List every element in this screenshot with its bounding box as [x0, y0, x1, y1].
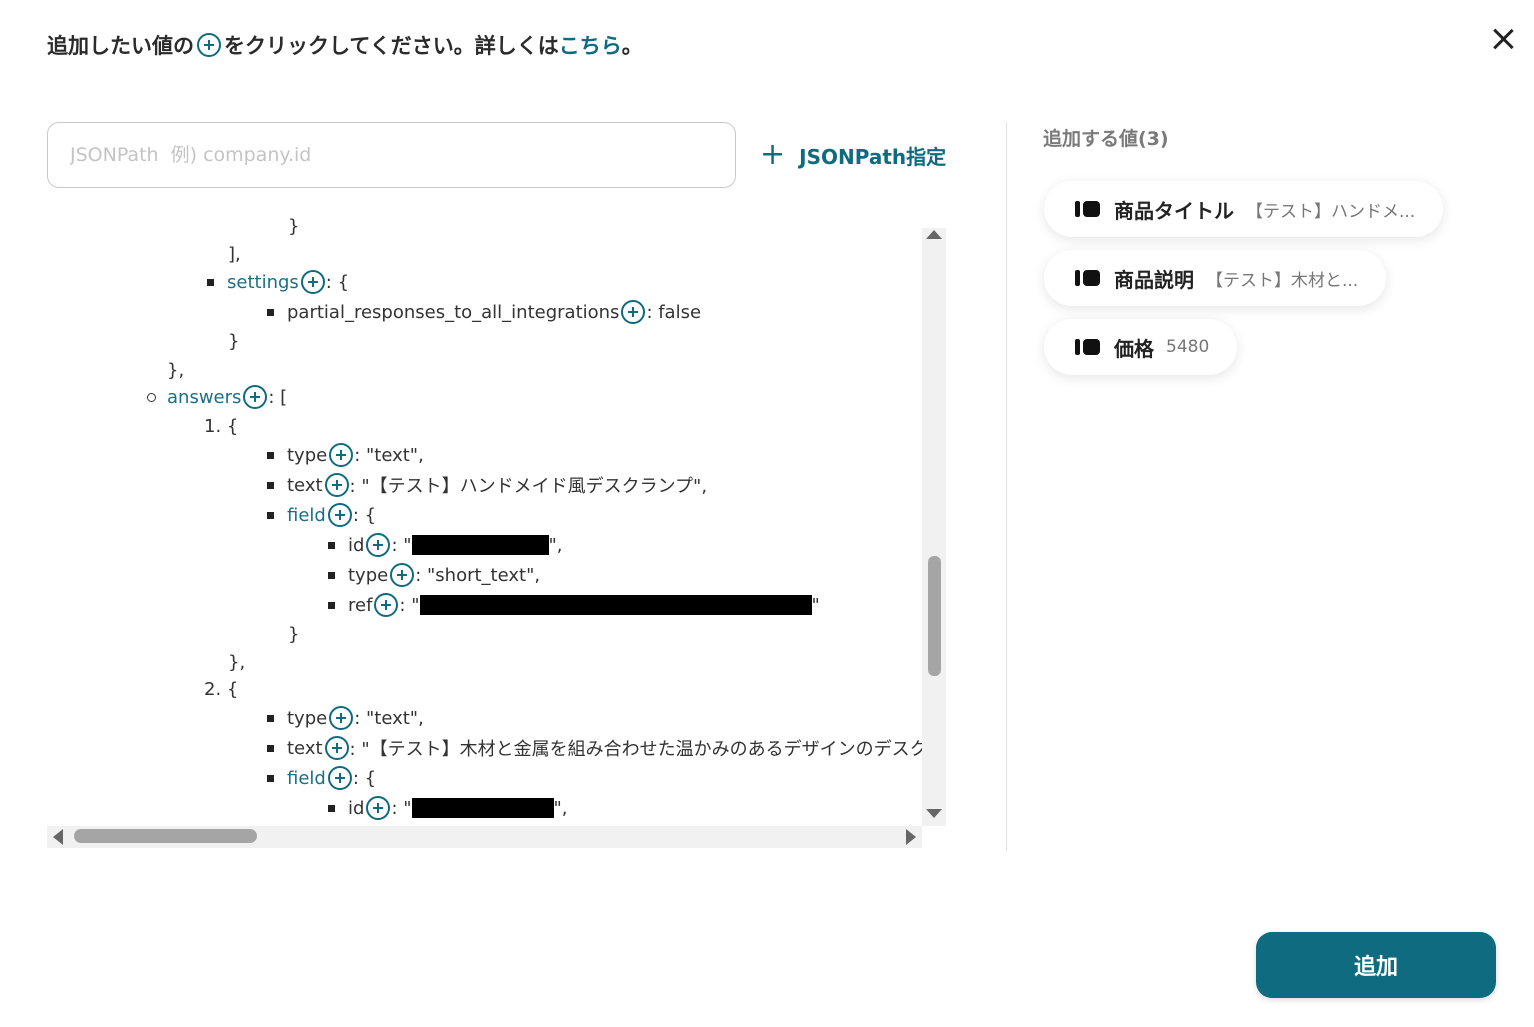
bullet-icon: [207, 278, 214, 286]
bullet-icon: [328, 601, 335, 609]
tree-line: }: [228, 330, 240, 352]
bullet-icon: [267, 714, 274, 722]
add-value-icon[interactable]: [324, 473, 349, 497]
redacted-block: [411, 535, 549, 555]
horizontal-scroll-thumb[interactable]: [74, 829, 257, 843]
tree-key: type: [287, 444, 328, 466]
scroll-right-arrow-icon[interactable]: [906, 829, 916, 845]
tree-line: partial_responses_to_all_integrations : …: [267, 298, 701, 326]
scroll-up-arrow-icon[interactable]: [926, 230, 942, 239]
add-value-icon[interactable]: [327, 503, 352, 527]
vertical-scrollbar[interactable]: [922, 228, 946, 826]
chip-name: 商品説明: [1114, 267, 1194, 292]
instruction-text-2: をクリックしてください。詳しくは: [224, 34, 559, 58]
tree-line: 1. {: [204, 415, 239, 437]
tree-key: id: [348, 797, 365, 819]
tree-line: type : "text",: [267, 704, 424, 732]
jsonpath-input[interactable]: [47, 122, 736, 188]
bullet-icon: [267, 744, 274, 752]
tree-key: field: [287, 767, 326, 789]
instruction-text: 追加したい値の: [47, 34, 194, 58]
bullet-icon: [328, 571, 335, 579]
vertical-scroll-thumb[interactable]: [928, 556, 941, 676]
add-value-icon[interactable]: [374, 593, 399, 617]
add-value-icon[interactable]: [327, 766, 352, 790]
selected-value-chip[interactable]: 商品タイトル 【テスト】ハンドメ...: [1044, 181, 1444, 237]
chip-value: 5480: [1166, 337, 1210, 357]
tree-line: answers : [: [147, 383, 287, 411]
tree-line: field : {: [267, 764, 376, 792]
tree-line: },: [167, 359, 185, 381]
panel-divider: [1006, 122, 1007, 851]
tree-key: text: [287, 737, 323, 759]
selected-values-title: 追加する値(3): [1043, 128, 1169, 150]
tree-key: type: [348, 564, 389, 586]
add-circle-icon: [197, 33, 221, 57]
tree-line: 2. {: [204, 678, 239, 700]
tree-line: id : " ",: [328, 531, 563, 559]
scroll-left-arrow-icon[interactable]: [53, 829, 63, 845]
redacted-block: [411, 798, 554, 818]
drag-handle-icon: [1075, 201, 1100, 217]
bullet-icon: [267, 308, 274, 316]
drag-handle-icon: [1075, 270, 1100, 286]
tree-key: type: [287, 707, 328, 729]
tree-line: text : "【テスト】ハンドメイド風デスクランプ",: [267, 471, 707, 499]
close-icon[interactable]: [1488, 24, 1518, 54]
tree-key: id: [348, 534, 365, 556]
json-tree-panel: } ], settings : { partial_responses_to_a…: [47, 212, 946, 848]
tree-line: ],: [228, 243, 241, 265]
tree-line: }: [288, 623, 300, 645]
tree-line: id : " ",: [328, 794, 568, 822]
plus-icon: +: [760, 137, 786, 172]
tree-line: type : "short_text",: [328, 561, 540, 589]
tree-line: settings : {: [207, 268, 349, 296]
chip-value: 【テスト】木材と...: [1206, 270, 1359, 291]
chip-name: 商品タイトル: [1114, 198, 1234, 223]
bullet-icon: [328, 804, 335, 812]
tree-line: ref : " ": [328, 591, 820, 619]
tree-key: field: [287, 504, 326, 526]
selected-value-chip[interactable]: 価格 5480: [1044, 319, 1238, 375]
selected-value-chip[interactable]: 商品説明 【テスト】木材と...: [1044, 250, 1387, 306]
bullet-icon: [267, 481, 274, 489]
add-value-icon[interactable]: [366, 533, 391, 557]
bullet-icon: [267, 451, 274, 459]
tree-key: text: [287, 474, 323, 496]
tree-line: type : "text",: [267, 441, 424, 469]
jsonpath-specify-button[interactable]: + JSONPath指定: [760, 140, 946, 170]
help-link[interactable]: こちら: [559, 30, 622, 60]
chip-name: 価格: [1114, 336, 1154, 361]
bullet-icon: [267, 511, 274, 519]
bullet-icon: [147, 392, 156, 402]
page-title: 追加したい値の をクリックしてください。詳しくは こちら 。: [47, 30, 643, 60]
jsonpath-specify-label: JSONPath指定: [799, 144, 947, 169]
add-value-icon[interactable]: [329, 443, 354, 467]
redacted-block: [419, 595, 812, 615]
scroll-down-arrow-icon[interactable]: [926, 809, 942, 818]
bullet-icon: [267, 774, 274, 782]
add-value-icon[interactable]: [243, 385, 268, 409]
drag-handle-icon: [1075, 339, 1100, 355]
tree-line: }: [288, 215, 300, 237]
add-value-icon[interactable]: [390, 563, 415, 587]
add-value-icon[interactable]: [300, 270, 325, 294]
chip-value: 【テスト】ハンドメ...: [1246, 201, 1416, 222]
tree-line: text : "【テスト】木材と金属を組み合わせた温かみのあるデザインのデスクラ…: [267, 734, 946, 762]
add-button[interactable]: 追加: [1256, 932, 1496, 998]
instruction-period: 。: [621, 34, 643, 58]
tree-key: settings: [227, 271, 299, 293]
add-value-icon[interactable]: [366, 796, 391, 820]
tree-line: field : {: [267, 501, 376, 529]
add-value-icon[interactable]: [329, 706, 354, 730]
add-value-icon[interactable]: [324, 736, 349, 760]
tree-line: },: [228, 651, 246, 673]
bullet-icon: [328, 541, 335, 549]
add-value-icon[interactable]: [621, 300, 646, 324]
tree-key: partial_responses_to_all_integrations: [287, 301, 620, 323]
tree-key: answers: [167, 386, 242, 408]
tree-key: ref: [348, 594, 373, 616]
